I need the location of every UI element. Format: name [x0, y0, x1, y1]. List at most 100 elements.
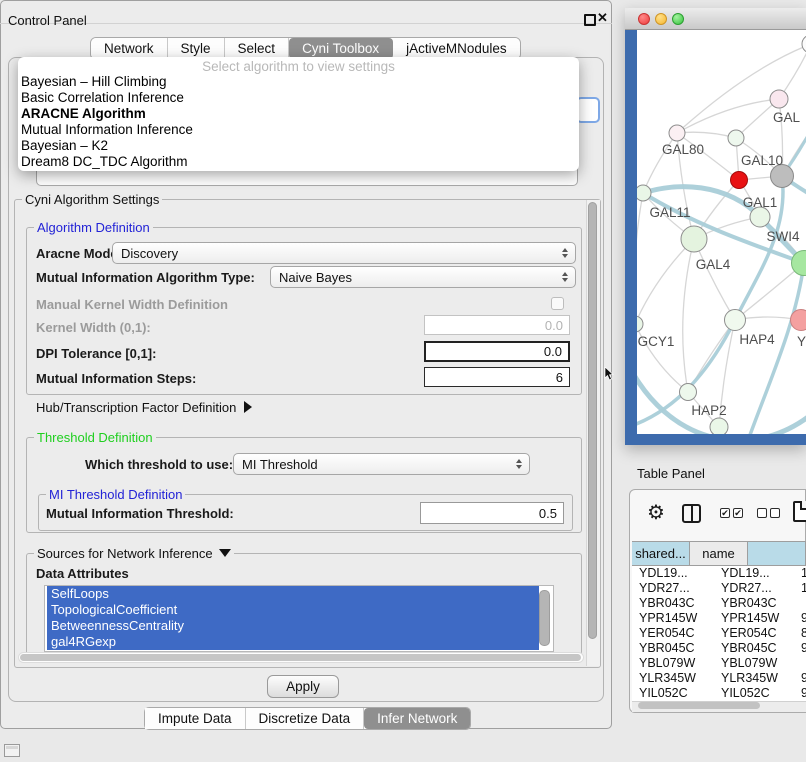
network-node[interactable]: [680, 384, 697, 401]
dpi-tolerance-field[interactable]: 0.0: [424, 341, 570, 362]
aracne-mode-combobox[interactable]: Discovery: [112, 242, 576, 264]
network-window-titlebar[interactable]: [625, 8, 806, 30]
table-hscrollbar-thumb[interactable]: [638, 702, 760, 709]
mi-threshold-group-title: MI Threshold Definition: [46, 487, 185, 502]
settings-hscrollbar-thumb[interactable]: [20, 654, 581, 661]
close-icon[interactable]: ✕: [597, 11, 608, 24]
list-vscrollbar-thumb[interactable]: [539, 590, 550, 646]
minimize-traffic-light-icon[interactable]: [655, 13, 667, 25]
manual-kernel-width-checkbox[interactable]: [551, 297, 564, 310]
network-node[interactable]: [770, 90, 788, 108]
attribute-item[interactable]: BetweennessCentrality: [47, 618, 539, 634]
network-window: GALGAL80GAL10GAL1GAL11SWI4GAL4GCY1HAP4YH…: [625, 8, 806, 445]
mouse-cursor: [604, 367, 614, 381]
data-attributes-list[interactable]: SelfLoops TopologicalCoefficient Between…: [44, 585, 554, 652]
network-node[interactable]: [681, 226, 707, 252]
dropdown-item[interactable]: Bayesian – Hill Climbing: [21, 74, 576, 90]
zoom-traffic-light-icon[interactable]: [672, 13, 684, 25]
tab-label: Discretize Data: [259, 711, 351, 726]
tab[interactable]: Network: [91, 38, 168, 59]
table-row[interactable]: YBL079W YBL079W: [632, 656, 806, 671]
network-node[interactable]: [637, 185, 651, 201]
tab[interactable]: Select: [225, 38, 290, 59]
apply-button[interactable]: Apply: [267, 675, 339, 698]
sources-group-title[interactable]: Sources for Network Inference: [34, 546, 234, 561]
settings-vscrollbar-thumb[interactable]: [588, 202, 597, 639]
table-row[interactable]: YBR043C YBR043C: [632, 596, 806, 611]
network-node[interactable]: [710, 418, 728, 434]
mi-threshold-field[interactable]: 0.5: [420, 502, 564, 524]
column-header[interactable]: [748, 542, 806, 565]
tab-label: Style: [181, 41, 211, 56]
attribute-item[interactable]: SelfLoops: [47, 586, 539, 602]
combobox-stepper-icon: [562, 248, 568, 258]
dropdown-item[interactable]: Dream8 DC_TDC Algorithm: [21, 154, 576, 170]
dropdown-item[interactable]: ARACNE Algorithm: [21, 106, 576, 122]
which-threshold-combobox[interactable]: MI Threshold: [233, 453, 530, 475]
deselect-all-checkboxes-icon[interactable]: [757, 508, 780, 518]
cyni-bottom-tabs: Impute Data Discretize Data Infer Networ…: [144, 707, 471, 730]
table-row[interactable]: YDL19... YDL19... 13: [632, 566, 806, 581]
control-panel-title: Control Panel: [8, 13, 87, 28]
table-body: YDL19... YDL19... 13 YDR27... YDR27... 1…: [632, 566, 806, 703]
select-all-checkboxes-icon[interactable]: ✔✔: [720, 508, 743, 518]
chevron-down-icon: [219, 549, 231, 557]
collapsed-panel-icon[interactable]: [4, 744, 20, 757]
dropdown-items: Bayesian – Hill Climbing Basic Correlati…: [21, 74, 576, 170]
hub-definition-toggle[interactable]: Hub/Transcription Factor Definition: [36, 400, 252, 415]
table-row[interactable]: YIL052C YIL052C 9.: [632, 686, 806, 701]
mi-algorithm-type-combobox[interactable]: Naive Bayes: [270, 266, 576, 288]
table-row[interactable]: YPR145W YPR145W 9.: [632, 611, 806, 626]
network-node[interactable]: [637, 316, 643, 332]
data-attributes-label: Data Attributes: [36, 566, 129, 581]
dropdown-item[interactable]: Mutual Information Inference: [21, 122, 576, 138]
dropdown-item[interactable]: Bayesian – K2: [21, 138, 576, 154]
network-node[interactable]: [802, 35, 806, 53]
close-traffic-light-icon[interactable]: [638, 13, 650, 25]
attribute-item[interactable]: TopologicalCoefficient: [47, 602, 539, 618]
float-window-icon[interactable]: [584, 14, 596, 26]
gear-icon[interactable]: ⚙: [647, 502, 665, 524]
settings-group-title: Cyni Algorithm Settings: [22, 192, 162, 207]
table-row[interactable]: YDR27... YDR27... 12: [632, 581, 806, 596]
kernel-width-field[interactable]: 0.0: [424, 315, 570, 335]
table-row[interactable]: YLR345W YLR345W 9.: [632, 671, 806, 686]
tab[interactable]: Impute Data: [145, 708, 246, 729]
table-row[interactable]: YBR045C YBR045C 9.: [632, 641, 806, 656]
tab-label: Network: [104, 41, 154, 56]
network-node[interactable]: [791, 310, 806, 331]
network-node[interactable]: [750, 207, 770, 227]
which-threshold-label: Which threshold to use:: [85, 457, 233, 472]
tab[interactable]: Infer Network: [364, 708, 470, 729]
network-graph[interactable]: GALGAL80GAL10GAL1GAL11SWI4GAL4GCY1HAP4YH…: [637, 30, 806, 434]
control-panel-titlebar: [0, 0, 612, 24]
new-table-icon[interactable]: [793, 501, 806, 522]
network-canvas[interactable]: GALGAL80GAL10GAL1GAL11SWI4GAL4GCY1HAP4YH…: [637, 30, 806, 434]
tab[interactable]: jActiveMNodules: [393, 38, 520, 59]
mi-algorithm-type-label: Mutual Information Algorithm Type:: [36, 270, 255, 285]
column-header[interactable]: shared...: [632, 542, 690, 565]
network-node[interactable]: [728, 130, 744, 146]
node-label: HAP2: [691, 403, 726, 418]
dpi-tolerance-label: DPI Tolerance [0,1]:: [36, 346, 156, 361]
network-node[interactable]: [725, 310, 746, 331]
dropdown-item[interactable]: Basic Correlation Inference: [21, 90, 576, 106]
tab-label: Select: [238, 41, 276, 56]
tab[interactable]: Style: [168, 38, 225, 59]
algorithm-definition-title: Algorithm Definition: [34, 220, 153, 235]
network-node[interactable]: [731, 172, 748, 189]
network-node[interactable]: [669, 125, 685, 141]
combobox-stepper-icon: [562, 272, 568, 282]
column-header[interactable]: name: [690, 542, 748, 565]
aracne-mode-label: Aracne Mode:: [36, 246, 122, 261]
table-panel-title: Table Panel: [637, 466, 705, 481]
threshold-definition-title: Threshold Definition: [34, 430, 156, 445]
attribute-item[interactable]: gal4RGexp: [47, 634, 539, 650]
columns-icon[interactable]: [682, 504, 701, 523]
tab[interactable]: Cyni Toolbox: [289, 38, 393, 59]
mi-steps-field[interactable]: 6: [424, 367, 570, 387]
combobox-stepper-icon: [516, 459, 522, 469]
table-row[interactable]: YER054C YER054C 8.: [632, 626, 806, 641]
node-table: shared... name YDL19... YDL19... 13 YDR2…: [632, 541, 806, 703]
tab[interactable]: Discretize Data: [246, 708, 365, 729]
